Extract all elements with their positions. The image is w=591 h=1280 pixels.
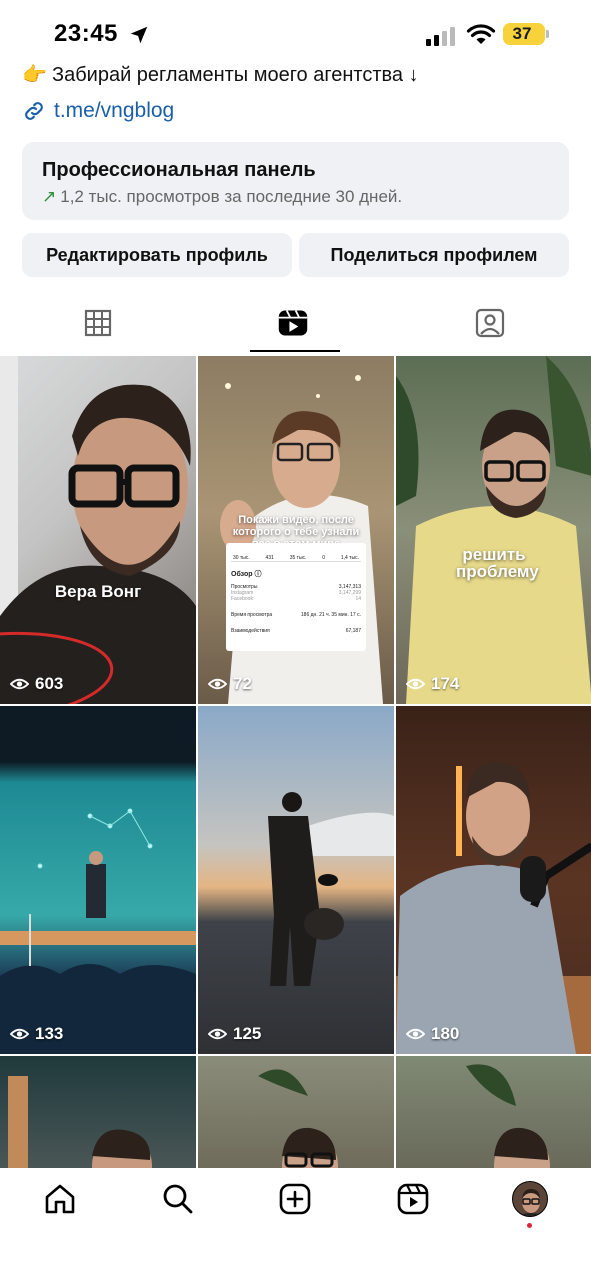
reel-thumbnail[interactable] [198,1056,394,1168]
battery-nub [546,30,549,38]
insights-title: Обзор ⓘ [231,571,262,578]
insights-stat: 35 тыс. [289,555,307,561]
eye-icon [406,1028,425,1040]
insights-row: Взаимодействия 67,187 [231,628,361,634]
view-count-value: 133 [35,1024,64,1043]
reel-view-count: 174 [406,674,459,694]
share-profile-button[interactable]: Поделиться профилем [299,233,569,277]
professional-dashboard-card[interactable]: Профессиональная панель ↗ 1,2 тыс. просмо… [22,142,569,220]
pointing-hand-emoji: 👉 [22,64,47,86]
search-icon[interactable] [161,1182,195,1216]
insights-stat: 1,4 тыс. [340,555,359,561]
insights-row-label: Время просмотра [231,612,273,618]
reel-caption: Вера Вонг [54,582,142,601]
reels-icon[interactable] [277,306,309,340]
grid-icon[interactable] [82,306,114,340]
profile-content-tabs [0,296,591,354]
reel-person-image [396,761,591,1054]
reel-view-count: 180 [406,1024,459,1044]
eye-icon [208,1028,227,1040]
professional-dashboard-subtitle: ↗ 1,2 тыс. просмотров за последние 30 дне… [42,187,402,207]
view-count-value: 125 [233,1024,262,1043]
battery-indicator: 37 [503,23,545,45]
edit-profile-button[interactable]: Редактировать профиль [22,233,292,277]
reel-view-count: 125 [208,1024,261,1044]
insights-stat: 0 [322,555,326,561]
reel-person-image [466,1064,550,1168]
bio-text: Забирай регламенты моего агентства ↓ [52,64,419,86]
bio-link-text[interactable]: t.me/vngblog [54,99,174,123]
reel-view-count: 133 [10,1024,63,1044]
profile-avatar[interactable] [512,1181,548,1217]
insights-row-label: Взаимодействия [231,628,270,634]
insights-stats-row: 30 тыс. 431 35 тыс. 0 1,4 тыс. [231,547,361,562]
tagged-photos-icon[interactable] [474,306,506,340]
view-count-value: 174 [431,674,460,693]
reel-person-image [0,808,196,1054]
cellular-signal-icon [426,27,455,46]
reel-thumbnail[interactable]: решить проблему 174 [396,356,591,704]
reel-thumbnail[interactable]: 180 [396,706,591,1054]
views-summary: 1,2 тыс. просмотров за последние 30 дней… [60,187,403,206]
insights-stat: 30 тыс. [233,555,250,561]
home-icon[interactable] [43,1182,77,1216]
insights-card: 30 тыс. 431 35 тыс. 0 1,4 тыс. Обзор ⓘ П… [226,543,366,651]
view-count-value: 603 [35,674,64,693]
reel-thumbnail[interactable] [0,1056,196,1168]
view-count-value: 180 [431,1024,460,1043]
reel-thumbnail[interactable]: 125 [198,706,394,1054]
insights-stat: 431 [265,555,274,561]
reel-view-count: 72 [208,674,252,694]
avatar-image [513,1182,547,1216]
reel-person-image [0,356,196,704]
insights-row-value: 186 дн. 21 ч. 35 мин. 17 с. [300,612,361,618]
reel-caption: решить проблему [456,545,539,581]
status-time: 23:45 [54,20,118,47]
reel-person-image [268,792,394,986]
insights-row: Facebook 14 [231,596,361,602]
bio-text-line: 👉 Забирай регламенты моего агентства ↓ [22,62,419,87]
reel-person-image [396,356,591,704]
eye-icon [208,678,227,690]
trend-up-icon: ↗ [42,187,57,206]
bio-link[interactable]: t.me/vngblog [22,97,174,125]
link-icon [25,102,43,120]
reel-person-image [8,1076,152,1168]
eye-icon [10,1028,29,1040]
insights-row-value: 67,187 [345,628,361,634]
reel-thumbnail[interactable] [396,1056,591,1168]
eye-icon [406,678,425,690]
location-arrow-icon [130,26,148,44]
notification-dot [527,1223,532,1228]
status-bar: 23:45 37 [0,0,591,66]
active-tab-indicator [250,350,340,352]
create-icon[interactable] [278,1182,312,1216]
battery-level: 37 [512,24,532,43]
eye-icon [10,678,29,690]
reel-thumbnail[interactable]: Покажи видео, после которого о тебе узна… [198,356,394,704]
reels-grid: Вера Вонг 603 Покажи видео, после которо… [0,356,591,1168]
reel-person-image [258,1069,338,1168]
reel-thumbnail[interactable]: Вера Вонг 603 [0,356,196,704]
reels-icon[interactable] [396,1182,430,1216]
bottom-tab-bar [0,1168,591,1280]
wifi-icon [466,24,496,44]
insights-row-value: 14 [355,596,361,602]
reel-thumbnail[interactable]: 133 [0,706,196,1054]
view-count-value: 72 [233,674,252,693]
reel-view-count: 603 [10,674,63,694]
insights-row-label: Facebook [231,596,253,602]
professional-dashboard-title: Профессиональная панель [42,159,316,181]
insights-row: Время просмотра 186 дн. 21 ч. 35 мин. 17 … [231,612,361,618]
